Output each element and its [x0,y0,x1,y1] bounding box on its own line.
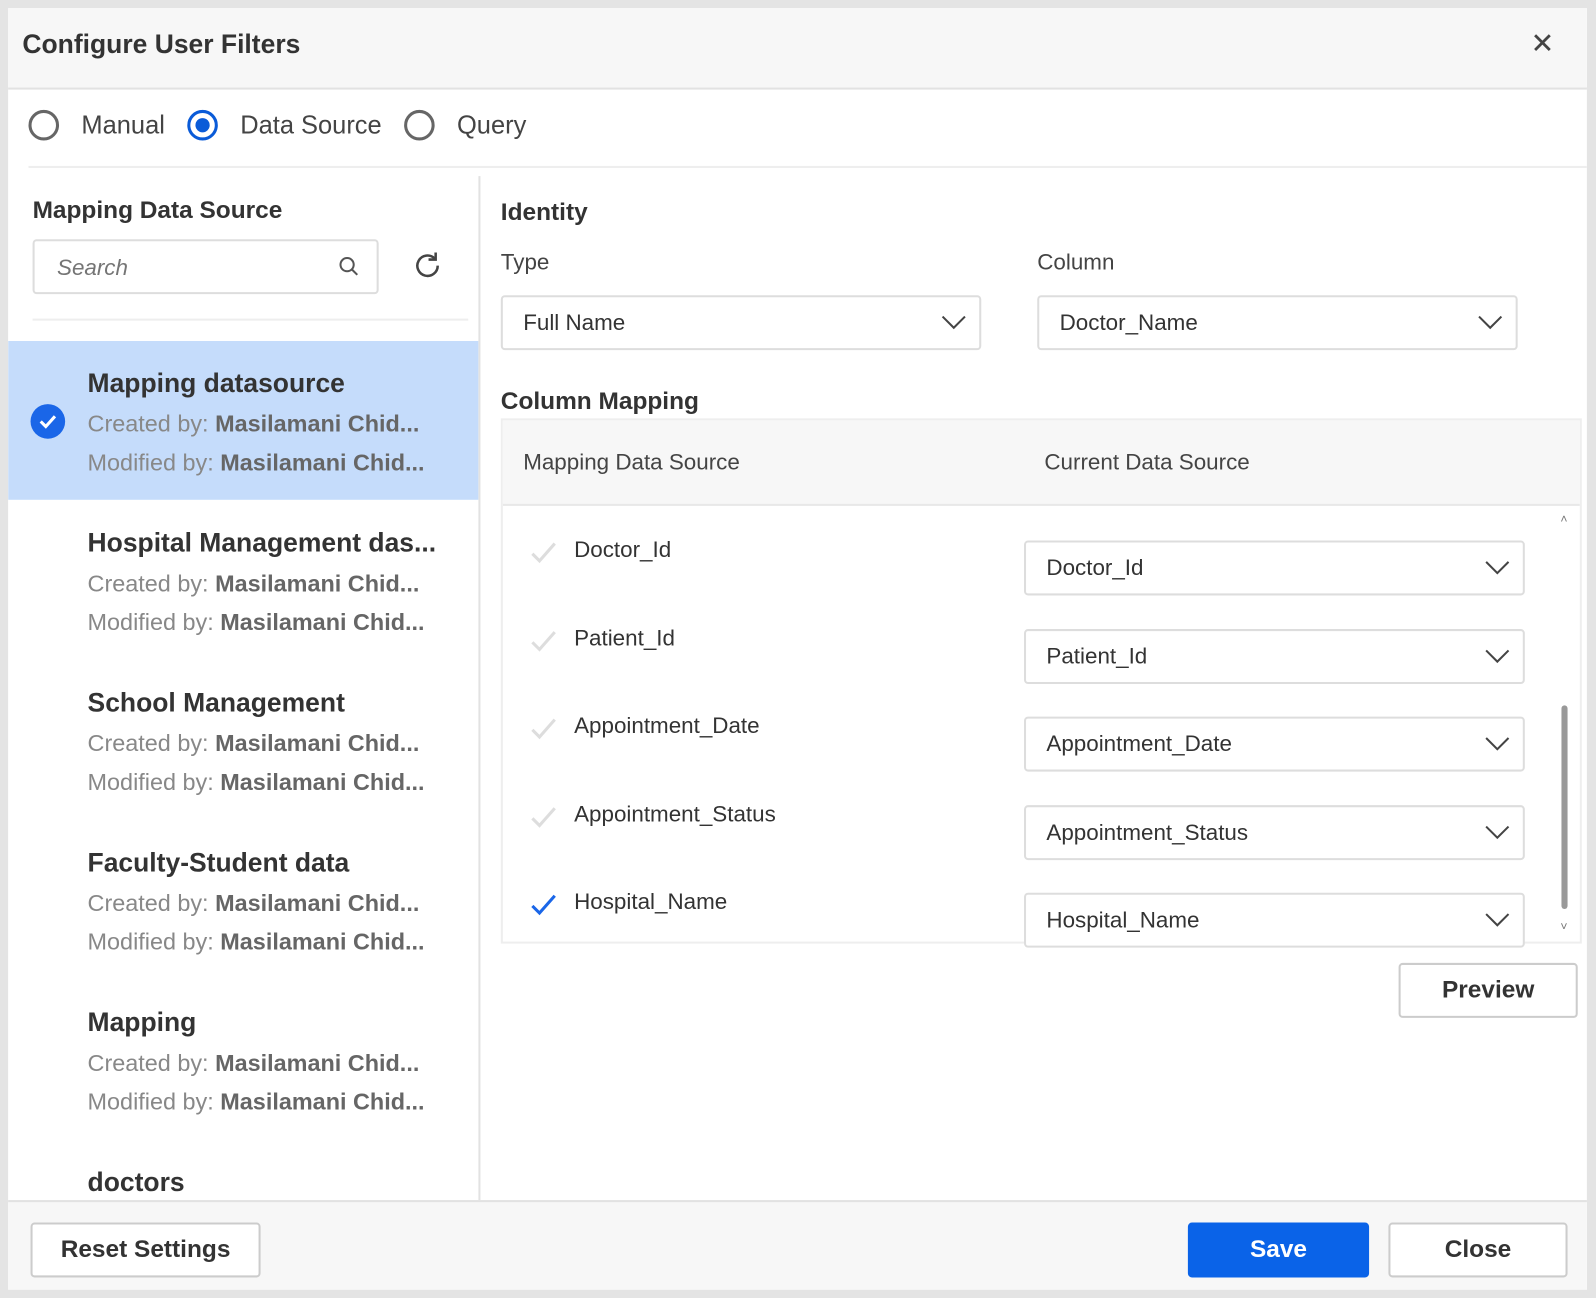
dropdown-value: Hospital_Name [1046,906,1200,933]
chevron-down-icon [1485,561,1510,575]
chevron-down-icon [1485,737,1510,751]
mapping-column-name: Patient_Id [574,624,675,650]
radio-label: Data Source [240,110,382,139]
close-button[interactable]: Close [1388,1222,1568,1278]
current-column-dropdown[interactable]: Hospital_Name [1024,892,1525,948]
dropdown-value: Doctor_Name [1059,309,1198,335]
column-label: Column [1037,249,1115,275]
radio-circle [187,109,218,141]
radio-label: Manual [81,110,165,139]
table-row: Doctor_Id Doctor_Id [503,526,1580,614]
search-icon[interactable] [338,255,360,277]
dropdown-value: Doctor_Id [1046,554,1144,581]
check-icon[interactable] [529,629,558,653]
dropdown-value: Appointment_Date [1046,730,1232,757]
chevron-down-icon [1485,825,1510,839]
dropdown-value: Patient_Id [1046,642,1148,669]
scroll-down-icon[interactable]: ˅ [1560,919,1567,933]
mapping-panel: Identity Type Column Full Name Doctor_Na… [500,176,1587,1200]
item-name: Hospital Management das... [87,527,437,558]
current-column-dropdown[interactable]: Appointment_Date [1024,716,1525,772]
data-source-item[interactable]: Faculty-Student data Created by: Masilama… [8,820,478,979]
dialog-title: Configure User Filters [22,28,301,60]
chevron-down-icon [1478,315,1503,330]
mapping-column-name: Appointment_Status [574,800,776,827]
search-box [32,239,379,295]
chevron-down-icon [1485,649,1510,663]
search-input[interactable] [54,253,324,282]
radio-manual[interactable]: Manual [28,109,165,141]
item-name: doctors [87,1166,185,1198]
data-source-item[interactable]: doctors [8,1140,478,1200]
item-created-by: Created by: Masilamani Chid... [87,570,420,597]
data-source-item[interactable]: Mapping datasource Created by: Masilamani… [8,340,479,500]
data-source-item[interactable]: School Management Created by: Masilamani … [8,661,478,820]
current-column-dropdown[interactable]: Patient_Id [1024,628,1525,684]
table-row: Hospital_Name Hospital_Name [503,878,1580,966]
column-mapping-table: Mapping Data Source Current Data Source … [500,418,1582,948]
radio-label: Query [457,110,527,139]
type-label: Type [500,249,550,275]
identity-heading: Identity [500,198,588,226]
chevron-down-icon [1485,913,1510,927]
selected-check-icon [30,404,66,439]
radio-data-source[interactable]: Data Source [187,109,382,141]
type-dropdown[interactable]: Full Name [500,295,982,351]
item-name: Faculty-Student data [87,846,350,878]
item-modified-by: Modified by: Masilamani Chid... [87,768,425,795]
radio-circle [28,109,60,141]
check-icon[interactable] [529,541,558,565]
item-created-by: Created by: Masilamani Chid... [87,889,420,917]
column-header: Current Data Source [1044,448,1250,475]
item-modified-by: Modified by: Masilamani Chid... [87,1088,425,1115]
mode-radio-group: Manual Data Source Query [28,109,549,141]
panel-heading: Mapping Data Source [32,196,283,224]
item-modified-by: Modified by: Masilamani Chid... [87,928,425,955]
current-column-dropdown[interactable]: Doctor_Id [1024,540,1525,596]
scroll-up-icon[interactable]: ˄ [1560,512,1567,526]
mapping-column-name: Appointment_Date [574,712,760,738]
divider [32,318,469,321]
divider [28,165,1587,168]
item-modified-by: Modified by: Masilamani Chid... [87,448,425,476]
item-created-by: Created by: Masilamani Chid... [87,1049,420,1076]
item-created-by: Created by: Masilamani Chid... [87,729,420,757]
data-source-panel: Mapping Data Source Mapping datasource Cr… [8,176,481,1201]
mapping-column-name: Hospital_Name [574,888,728,915]
item-name: Mapping datasource [87,367,345,398]
item-name: Mapping [87,1006,197,1038]
close-icon[interactable]: ✕ [1530,26,1554,60]
dropdown-value: Appointment_Status [1046,818,1249,845]
table-row: Appointment_Status Appointment_Status [503,790,1580,878]
configure-user-filters-dialog: Configure User Filters ✕ Manual Data Sou… [8,8,1587,1290]
column-dropdown[interactable]: Doctor_Name [1037,295,1518,351]
radio-circle [404,109,435,141]
preview-button[interactable]: Preview [1398,962,1578,1018]
data-source-item[interactable]: Mapping Created by: Masilamani Chid... Mod… [8,980,478,1139]
column-header: Mapping Data Source [523,448,740,475]
check-icon[interactable] [529,805,558,829]
refresh-icon[interactable] [411,249,444,282]
save-button[interactable]: Save [1187,1222,1370,1278]
radio-query[interactable]: Query [404,109,527,141]
check-icon[interactable] [529,893,558,917]
current-column-dropdown[interactable]: Appointment_Status [1024,804,1525,860]
dialog-header: Configure User Filters ✕ [8,8,1587,90]
check-icon[interactable] [529,717,558,741]
item-created-by: Created by: Masilamani Chid... [87,410,420,437]
data-source-item[interactable]: Hospital Management das... Created by: Ma… [8,501,478,660]
column-mapping-heading: Column Mapping [500,387,699,416]
mapping-column-name: Doctor_Id [574,536,672,562]
table-row: Patient_Id Patient_Id [503,614,1580,702]
item-name: School Management [87,687,345,718]
reset-settings-button[interactable]: Reset Settings [30,1222,261,1278]
item-modified-by: Modified by: Masilamani Chid... [87,608,425,636]
table-row: Appointment_Date Appointment_Date [503,702,1580,790]
chevron-down-icon [941,315,966,330]
table-header: Mapping Data Source Current Data Source [502,420,1580,506]
dropdown-value: Full Name [523,309,626,335]
dialog-footer: Reset Settings Save Close [8,1200,1587,1290]
scrollbar-thumb[interactable] [1561,705,1568,909]
